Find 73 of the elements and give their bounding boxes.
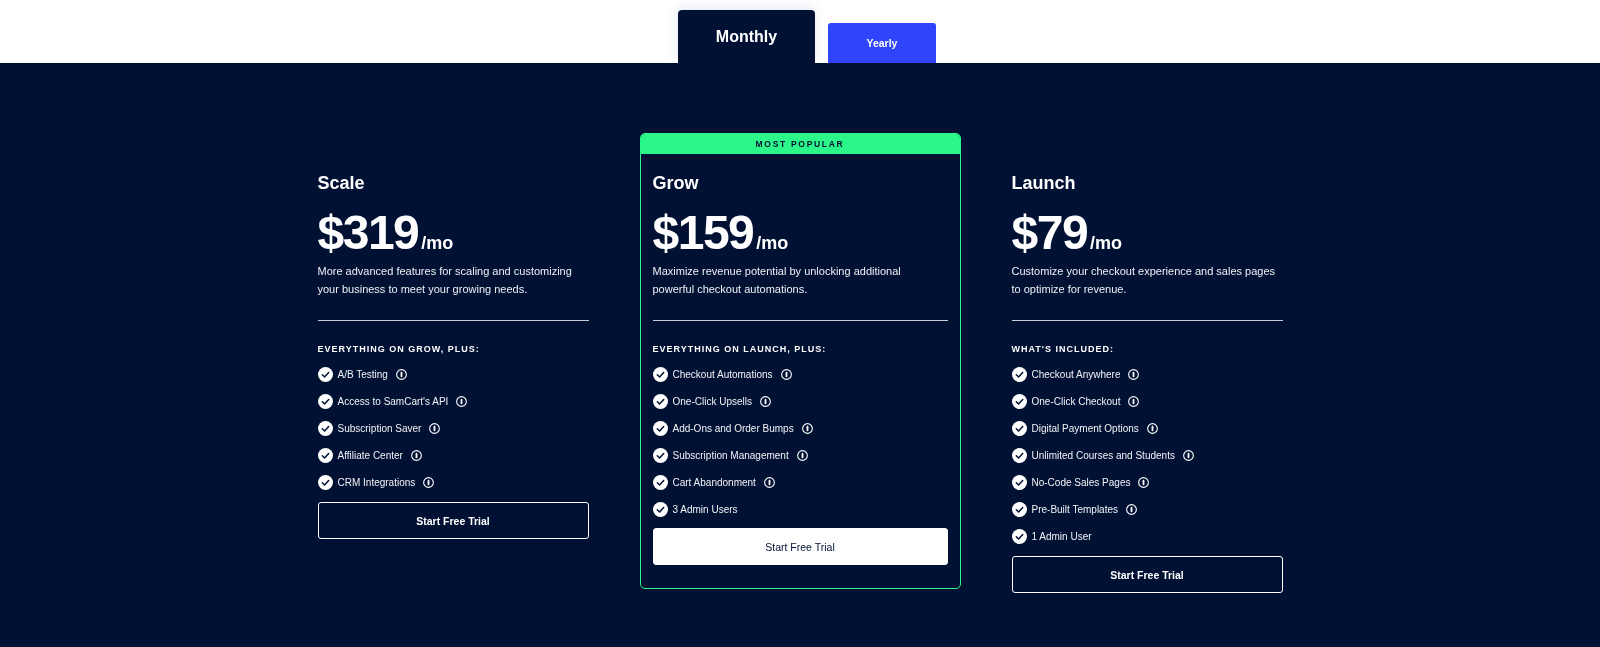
plan-description: Maximize revenue potential by unlocking additional powerful checkout automations. xyxy=(652,264,902,297)
price-period: /mo xyxy=(1090,233,1123,254)
feature-label: Subscription Management xyxy=(672,450,789,461)
start-trial-button[interactable]: Start Free Trial xyxy=(317,502,589,539)
price-period: /mo xyxy=(421,233,454,254)
feature-label: CRM Integrations xyxy=(337,477,416,488)
check-icon xyxy=(652,394,668,409)
info-icon[interactable] xyxy=(1146,423,1158,434)
start-trial-button[interactable]: Start Free Trial xyxy=(1011,556,1283,593)
info-icon[interactable] xyxy=(780,369,792,380)
feature-label: Add-Ons and Order Bumps xyxy=(672,423,794,434)
feature-label: Checkout Anywhere xyxy=(1031,369,1121,380)
feature-label: Digital Payment Options xyxy=(1031,423,1139,434)
plan-name: Grow xyxy=(652,172,700,194)
price-amount: $319 xyxy=(317,209,419,257)
check-icon xyxy=(317,475,333,490)
check-icon xyxy=(317,367,333,382)
feature-label: 3 Admin Users xyxy=(672,504,738,515)
features-heading: EVERYTHING ON GROW, PLUS: xyxy=(317,343,481,355)
info-icon[interactable] xyxy=(801,423,813,434)
check-icon xyxy=(1011,448,1027,463)
billing-tab[interactable]: Monthly xyxy=(678,10,815,63)
popular-badge: MOST POPULAR xyxy=(640,134,960,154)
feature-label: Cart Abandonment xyxy=(672,477,756,488)
info-icon[interactable] xyxy=(410,450,422,461)
billing-tab[interactable]: Yearly xyxy=(828,23,936,63)
info-icon[interactable] xyxy=(1182,450,1194,461)
check-icon xyxy=(1011,529,1027,544)
check-icon xyxy=(1011,394,1027,409)
check-icon xyxy=(652,475,668,490)
info-icon[interactable] xyxy=(763,477,775,488)
info-icon[interactable] xyxy=(1126,504,1138,515)
info-icon[interactable] xyxy=(1128,396,1140,407)
feature-label: Unlimited Courses and Students xyxy=(1031,450,1175,461)
feature-label: 1 Admin User xyxy=(1031,531,1092,542)
check-icon xyxy=(1011,475,1027,490)
feature-label: One-Click Checkout xyxy=(1031,396,1121,407)
info-icon[interactable] xyxy=(423,477,435,488)
plan-name: Launch xyxy=(1011,172,1077,194)
feature-label: Affiliate Center xyxy=(337,450,403,461)
check-icon xyxy=(652,502,668,517)
info-icon[interactable] xyxy=(1138,477,1150,488)
feature-label: Access to SamCart's API xyxy=(337,396,449,407)
feature-label: No-Code Sales Pages xyxy=(1031,477,1131,488)
features-heading: EVERYTHING ON LAUNCH, PLUS: xyxy=(652,343,828,355)
feature-label: One-Click Upsells xyxy=(672,396,752,407)
plan-description: Customize your checkout experience and sales pages to optimize for revenue. xyxy=(1011,264,1277,297)
check-icon xyxy=(652,448,668,463)
feature-label: Checkout Automations xyxy=(672,369,773,380)
check-icon xyxy=(1011,421,1027,436)
plan-name: Scale xyxy=(317,172,366,194)
info-icon[interactable] xyxy=(796,450,808,461)
price-amount: $79 xyxy=(1011,209,1088,257)
info-icon[interactable] xyxy=(1128,369,1140,380)
start-trial-button[interactable]: Start Free Trial xyxy=(652,528,948,565)
info-icon[interactable] xyxy=(429,423,441,434)
feature-label: Subscription Saver xyxy=(337,423,422,434)
plan-description: More advanced features for scaling and customizing your business to meet your growing needs. xyxy=(317,264,573,297)
info-icon[interactable] xyxy=(456,396,468,407)
check-icon xyxy=(652,367,668,382)
feature-label: Pre-Built Templates xyxy=(1031,504,1119,515)
feature-label: A/B Testing xyxy=(337,369,388,380)
info-icon[interactable] xyxy=(759,396,771,407)
price-amount: $159 xyxy=(652,209,754,257)
check-icon xyxy=(317,394,333,409)
check-icon xyxy=(1011,367,1027,382)
features-heading: WHAT'S INCLUDED: xyxy=(1011,343,1115,355)
check-icon xyxy=(317,448,333,463)
check-icon xyxy=(317,421,333,436)
check-icon xyxy=(652,421,668,436)
price-period: /mo xyxy=(756,233,789,254)
info-icon[interactable] xyxy=(395,369,407,380)
check-icon xyxy=(1011,502,1027,517)
